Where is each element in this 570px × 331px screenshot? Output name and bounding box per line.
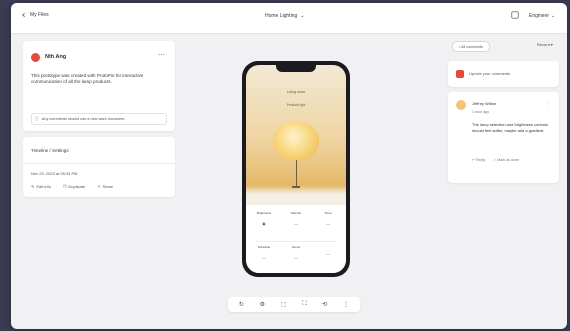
share-label: Share	[102, 184, 114, 189]
comment-time: 1 hour ago	[472, 110, 490, 114]
edit-info-button[interactable]: ✎ Edit info	[31, 184, 51, 189]
workspace-card: Nth Ang ⋯ This prototype was created wit…	[23, 41, 175, 131]
workspace-note-text: Any comments should use a new work docum…	[41, 117, 126, 121]
version-actions: ✎ Edit info ❐ Duplicate ↗ Share	[31, 184, 113, 189]
control-panel: Brightness ▣ Warmth — Timer — Schedule — Sce…	[246, 205, 346, 273]
likes-card: Upvote your comments	[448, 61, 559, 87]
crop-icon[interactable]: ⬚	[281, 301, 287, 308]
version-date: Nov 29, 2023 at 05:34 PM	[31, 171, 78, 176]
chevron-left-icon	[22, 12, 25, 18]
phone-preview[interactable]: Living room Pendant light Brightness ▣ Wa…	[242, 61, 350, 277]
lamp-shade[interactable]	[273, 121, 319, 161]
chevron-down-icon: ⌄	[551, 13, 556, 19]
control-label: Warmth	[290, 211, 302, 215]
comment-card: Jeffrey Wilton ⋮ 1 hour ago The lamp sel…	[448, 92, 559, 183]
fullscreen-icon[interactable]: ⛶	[302, 301, 306, 308]
control-value: —	[326, 222, 330, 226]
comment-body: The lamp selection and brightness contro…	[472, 122, 549, 133]
control-extra[interactable]: —	[316, 245, 340, 256]
edit-info-label: Edit info	[36, 184, 51, 189]
more-icon[interactable]: ⋮	[546, 101, 551, 107]
gear-icon[interactable]: ⚙	[260, 301, 265, 308]
heart-icon	[456, 70, 464, 78]
phone-notch	[276, 65, 316, 72]
version-label[interactable]: Timeline / Settings	[31, 148, 69, 153]
document-title[interactable]: Home Lighting ⌄	[265, 13, 304, 19]
top-bar: My Files Home Lighting ⌄ Engineer ⌄	[11, 3, 567, 34]
avatar	[456, 100, 466, 110]
document-title-text: Home Lighting	[265, 13, 298, 19]
more-icon[interactable]: ⋯	[158, 51, 165, 59]
app-window: My Files Home Lighting ⌄ Engineer ⌄ Nth …	[11, 3, 567, 329]
phone-screen[interactable]: Living room Pendant light Brightness ▣ Wa…	[246, 65, 346, 273]
comment-author: Jeffrey Wilton	[472, 101, 497, 106]
share-icon[interactable]	[511, 11, 519, 19]
back-label: My Files	[30, 12, 49, 18]
workspace-description: This prototype was created with ProtoPie…	[31, 73, 144, 85]
control-label: Timer	[324, 211, 332, 215]
divider	[23, 163, 175, 164]
control-warmth[interactable]: Warmth —	[284, 211, 308, 226]
mark-done-button[interactable]: ✓ Mark as done	[493, 158, 519, 162]
workspace-note: ⓘ Any comments should use a new work doc…	[31, 113, 167, 125]
preview-toolbar: ↻ ⚙ ⬚ ⛶ ⟲ ⋮	[228, 297, 360, 312]
control-schedule[interactable]: Schedule —	[252, 245, 276, 260]
workspace-name: Nth Ang	[45, 54, 67, 60]
refresh-icon[interactable]: ↻	[239, 301, 244, 308]
share-button[interactable]: ↗ Share	[97, 184, 113, 189]
duplicate-label: Duplicate	[68, 184, 86, 189]
screen-subtitle: Pendant light	[286, 103, 306, 107]
divider	[256, 241, 336, 242]
rotate-icon[interactable]: ⟲	[322, 301, 327, 308]
control-value: ▣	[262, 222, 266, 226]
comment-actions: ↩ Reply ✓ Mark as done	[472, 158, 519, 162]
control-value: —	[294, 256, 298, 260]
control-value: —	[294, 222, 298, 226]
likes-text: Upvote your comments	[469, 71, 511, 76]
user-label: Engineer	[529, 13, 550, 19]
reply-button[interactable]: ↩ Reply	[472, 158, 485, 162]
edit-icon: ✎	[31, 184, 35, 189]
share-icon: ↗	[97, 184, 101, 189]
more-icon[interactable]: ⋮	[343, 301, 349, 308]
comments-filter-tag[interactable]: • All comments	[452, 41, 490, 52]
sort-dropdown[interactable]: Recent ▾	[537, 42, 553, 47]
control-value: —	[326, 252, 330, 256]
control-label: Brightness	[256, 211, 272, 215]
copy-icon: ❐	[62, 184, 67, 189]
version-card: Timeline / Settings Nov 29, 2023 at 05:3…	[23, 137, 175, 197]
control-label: Schedule	[257, 245, 271, 249]
control-scene[interactable]: Scene —	[284, 245, 308, 260]
user-menu[interactable]: Engineer ⌄	[529, 13, 555, 19]
screen-title: Living room	[286, 90, 306, 94]
control-timer[interactable]: Timer —	[316, 211, 340, 226]
workspace-icon	[31, 53, 40, 62]
info-icon: ⓘ	[35, 116, 39, 121]
duplicate-button[interactable]: ❐ Duplicate	[63, 184, 85, 189]
control-value: —	[262, 256, 266, 260]
control-brightness[interactable]: Brightness ▣	[252, 211, 276, 226]
chevron-down-icon: ⌄	[300, 13, 305, 19]
lamp-stem	[295, 160, 297, 186]
lamp-base	[292, 186, 300, 188]
back-link[interactable]: My Files	[21, 12, 49, 18]
control-label: Scene	[291, 245, 301, 249]
